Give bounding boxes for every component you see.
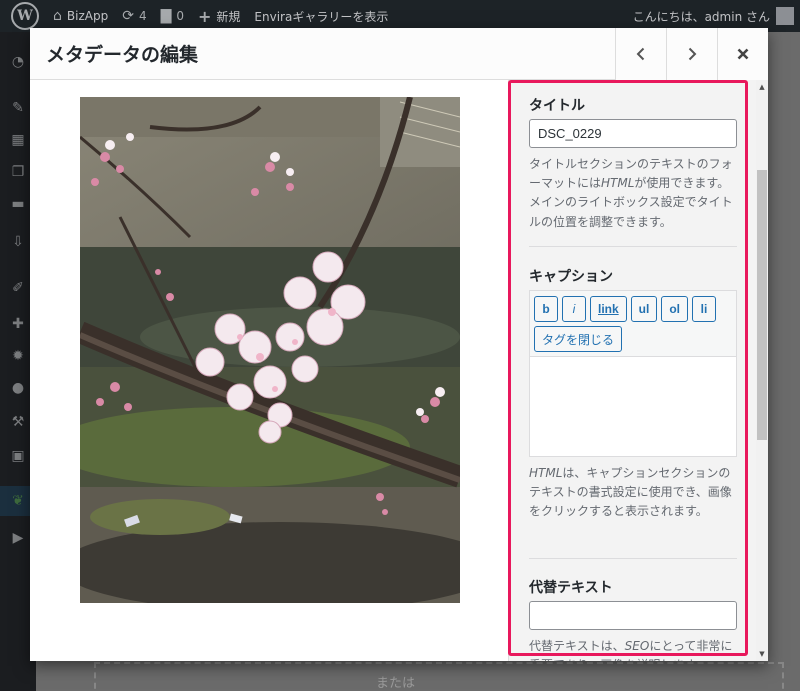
edit-metadata-modal: メタデータの編集 タイトル DSC_0229 タイトルセクションのテキストのフォ…	[30, 28, 768, 661]
ordered-list-button[interactable]: ol	[661, 296, 689, 322]
modal-title: メタデータの編集	[46, 44, 199, 66]
separator	[529, 246, 737, 247]
alt-text-field: 代替テキスト 代替テキストは、SEOにとって非常に重要であり、画像を説明します。	[529, 577, 737, 661]
separator	[529, 558, 737, 559]
upload-dropzone	[94, 662, 784, 691]
caption-editor: b i link ul ol li タグを閉じる	[529, 290, 737, 457]
list-item-button[interactable]: li	[692, 296, 717, 322]
home-icon: ⌂	[53, 8, 62, 24]
scrollbar-thumb[interactable]	[757, 170, 767, 440]
close-tags-button[interactable]: タグを閉じる	[534, 326, 623, 352]
new-label: 新規	[216, 9, 241, 24]
link-button[interactable]: link	[590, 296, 627, 322]
previous-button[interactable]	[615, 28, 666, 80]
plugins-icon[interactable]: ✚	[8, 314, 28, 334]
greeting-text: こんにちは、admin さん	[632, 9, 770, 24]
pin-icon[interactable]: ✎	[8, 98, 28, 118]
metadata-settings-panel: タイトル タイトルセクションのテキストのフォーマットにはHTMLが使用できます。…	[508, 80, 768, 661]
caption-help-html: HTML	[529, 466, 563, 480]
play-icon[interactable]: ▶	[8, 528, 28, 548]
layout-icon[interactable]: ▣	[8, 446, 28, 466]
updates-count: 4	[138, 9, 147, 23]
comment-icon: ▇	[160, 8, 172, 24]
alt-text-label: 代替テキスト	[529, 580, 613, 596]
media-icon[interactable]: ▦	[8, 130, 28, 150]
settings-gear-icon[interactable]: ✹	[8, 346, 28, 366]
caption-textarea[interactable]	[530, 356, 736, 456]
title-field: タイトル タイトルセクションのテキストのフォーマットにはHTMLが使用できます。…	[529, 95, 737, 232]
comments-menu-icon[interactable]: ▬	[8, 194, 28, 214]
alt-help-seo: SEO	[624, 639, 650, 653]
italic-button[interactable]: i	[562, 296, 586, 322]
quicktags-toolbar: b i link ul ol li タグを閉じる	[530, 291, 736, 356]
alt-text-help: 代替テキストは、SEOにとって非常に重要であり、画像を説明します。	[529, 637, 737, 661]
appearance-icon[interactable]: ✐	[8, 278, 28, 298]
plus-icon: +	[198, 6, 212, 26]
view-gallery-label: Enviraギャラリーを表示	[254, 9, 389, 24]
chevron-left-icon	[636, 47, 645, 61]
unordered-list-button[interactable]: ul	[630, 296, 658, 322]
bold-button[interactable]: b	[534, 296, 558, 322]
title-help: タイトルセクションのテキストのフォーマットにはHTMLが使用できます。メインのラ…	[529, 155, 737, 232]
cherry-blossom-photo	[80, 97, 460, 603]
avatar	[776, 7, 794, 25]
caption-label: キャプション	[529, 269, 613, 285]
title-help-html: HTML	[601, 176, 635, 191]
scroll-down-icon[interactable]: ▼	[756, 647, 768, 661]
panel-scrollbar[interactable]: ▲ ▼	[756, 80, 768, 661]
caption-help: HTMLは、キャプションセクションのテキストの書式設定に使用でき、画像をクリック…	[529, 464, 737, 522]
caption-field: キャプション b i link ul ol li タグを閉じる HTMLは、キャ…	[529, 266, 737, 522]
users-icon[interactable]: ●	[8, 378, 28, 398]
dashboard-icon[interactable]: ◔	[8, 52, 28, 72]
close-button[interactable]	[717, 28, 768, 80]
photo-image	[80, 97, 460, 603]
scroll-up-icon[interactable]: ▲	[756, 80, 768, 94]
site-name: BizApp	[66, 9, 109, 23]
comments-count: 0	[176, 9, 184, 23]
title-label: タイトル	[529, 98, 585, 114]
settings-scroll-area[interactable]: タイトル タイトルセクションのテキストのフォーマットにはHTMLが使用できます。…	[509, 80, 757, 661]
modal-header: メタデータの編集	[30, 28, 768, 80]
updates-icon: ⟳	[122, 8, 134, 24]
alt-text-input[interactable]	[529, 601, 737, 630]
next-button[interactable]	[666, 28, 717, 80]
or-text: または	[376, 676, 416, 691]
tools-icon[interactable]: ⚒	[8, 412, 28, 432]
wordpress-icon: W	[11, 2, 39, 30]
alt-help-part1: 代替テキストは、	[529, 639, 625, 653]
chevron-right-icon	[688, 47, 697, 61]
download-icon[interactable]: ⇩	[8, 232, 28, 252]
title-input[interactable]	[529, 119, 737, 148]
pages-icon[interactable]: ❐	[8, 162, 28, 182]
close-icon	[737, 48, 749, 60]
